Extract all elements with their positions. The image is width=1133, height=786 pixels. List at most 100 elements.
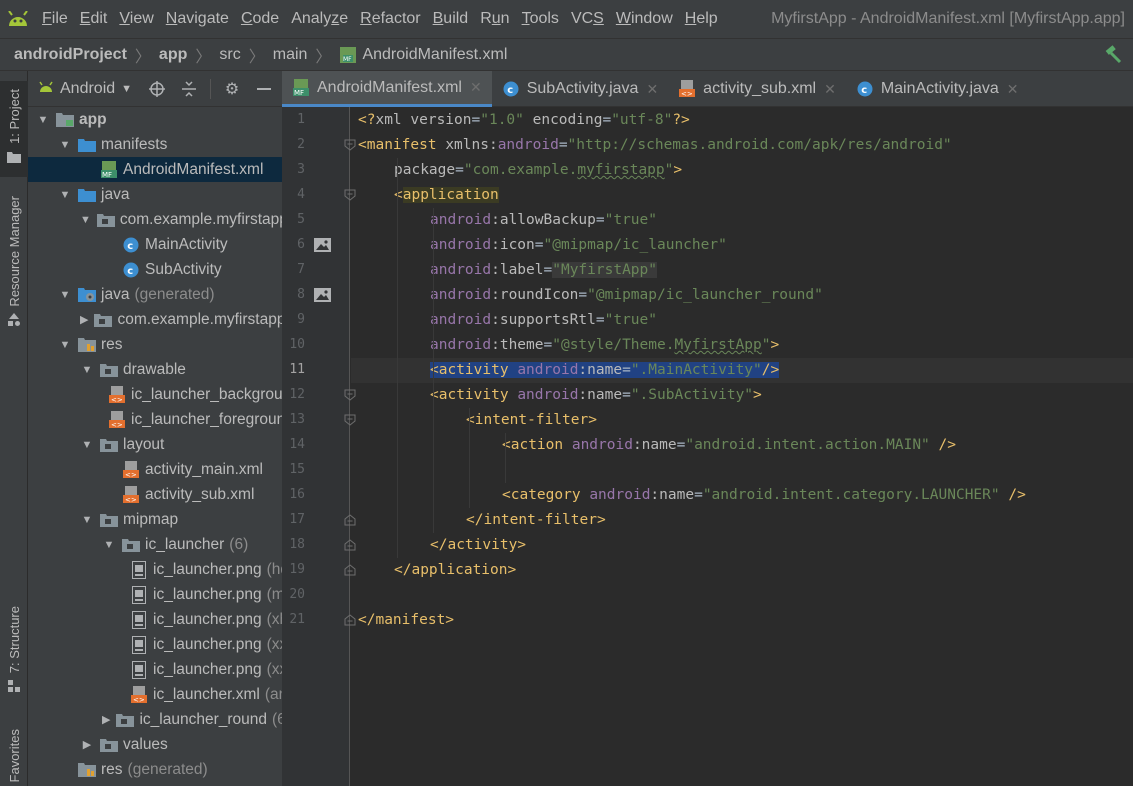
- tree-item[interactable]: <> ic_launcher.xml(anydpi-v26): [28, 682, 282, 707]
- code-line[interactable]: </manifest>: [358, 608, 454, 633]
- locate-file-icon[interactable]: [146, 78, 168, 100]
- fold-close-icon[interactable]: [344, 514, 356, 526]
- build-hammer-icon[interactable]: [1103, 45, 1123, 65]
- collapse-all-icon[interactable]: [178, 78, 200, 100]
- menu-vcs[interactable]: VCS: [565, 0, 610, 38]
- resource-manager-tool-button[interactable]: Resource Manager: [0, 196, 28, 346]
- fold-close-icon[interactable]: [344, 539, 356, 551]
- gutter-line[interactable]: 9: [282, 308, 350, 333]
- code-line[interactable]: <intent-filter>: [466, 408, 597, 433]
- minimize-icon[interactable]: [253, 78, 275, 100]
- expanded-arrow-icon[interactable]: ▼: [58, 339, 72, 351]
- code-line[interactable]: android:allowBackup="true": [430, 208, 657, 233]
- gutter-line[interactable]: 15: [282, 458, 350, 483]
- fold-open-icon[interactable]: [344, 139, 356, 151]
- project-tool-button[interactable]: 1: Project: [0, 81, 28, 177]
- tree-item[interactable]: ▼ mipmap: [28, 507, 282, 532]
- expanded-arrow-icon[interactable]: ▼: [58, 189, 72, 201]
- menu-view[interactable]: View: [113, 0, 159, 38]
- code-editor[interactable]: 1 2 3 4 5 6 7 8 9 10 11 12 13 14 15 16 17 18 19 20 21 <?xml …: [282, 107, 1133, 786]
- tree-item[interactable]: <> activity_sub.xml: [28, 482, 282, 507]
- menu-edit[interactable]: Edit: [74, 0, 114, 38]
- collapsed-arrow-icon[interactable]: ▶: [80, 738, 94, 751]
- menu-file[interactable]: File: [36, 0, 74, 38]
- image-preview-icon[interactable]: [314, 238, 331, 252]
- breadcrumb-src[interactable]: src: [219, 46, 240, 64]
- expanded-arrow-icon[interactable]: ▼: [80, 514, 94, 526]
- code-line[interactable]: </application>: [394, 558, 516, 583]
- code-line[interactable]: android:theme="@style/Theme.MyfirstApp">: [430, 333, 779, 358]
- code-line[interactable]: </intent-filter>: [466, 508, 606, 533]
- code-line[interactable]: <?xml version="1.0" encoding="utf-8"?>: [358, 108, 690, 133]
- gutter-line[interactable]: 1: [282, 108, 350, 133]
- image-preview-icon[interactable]: [314, 288, 331, 302]
- breadcrumb-file[interactable]: MF AndroidManifest.xml: [339, 46, 507, 64]
- gutter-line[interactable]: 13: [282, 408, 356, 433]
- tree-item[interactable]: ic_launcher.png(xxhdpi): [28, 632, 282, 657]
- gutter-line[interactable]: 14: [282, 433, 350, 458]
- expanded-arrow-icon[interactable]: ▼: [58, 289, 72, 301]
- menu-build[interactable]: Build: [427, 0, 475, 38]
- gutter-line[interactable]: 11: [282, 358, 350, 383]
- gutter-line[interactable]: 10: [282, 333, 350, 358]
- expanded-arrow-icon[interactable]: ▼: [102, 539, 116, 551]
- tree-item[interactable]: ▼ res: [28, 332, 282, 357]
- close-icon[interactable]: ✕: [646, 81, 658, 98]
- menu-analyze[interactable]: Analyze: [285, 0, 354, 38]
- tree-item[interactable]: MF AndroidManifest.xml: [28, 157, 282, 182]
- gutter-line[interactable]: 18: [282, 533, 356, 558]
- tree-item[interactable]: c MainActivity: [28, 232, 282, 257]
- gutter-line[interactable]: 2: [282, 133, 356, 158]
- editor-gutter[interactable]: 1 2 3 4 5 6 7 8 9 10 11 12 13 14 15 16 17 18 19 20 21: [282, 107, 356, 786]
- editor-tab[interactable]: MF AndroidManifest.xml ✕: [282, 71, 492, 107]
- gear-icon[interactable]: ⚙: [221, 78, 243, 100]
- breadcrumb-main[interactable]: main: [273, 46, 308, 64]
- menu-navigate[interactable]: Navigate: [160, 0, 235, 38]
- gutter-line[interactable]: 17: [282, 508, 356, 533]
- gutter-line[interactable]: 5: [282, 208, 350, 233]
- gutter-line[interactable]: 4: [282, 183, 356, 208]
- tree-item[interactable]: ▼ layout: [28, 432, 282, 457]
- structure-tool-button[interactable]: 7: Structure: [0, 606, 28, 706]
- fold-close-icon[interactable]: [344, 614, 356, 626]
- code-line[interactable]: <category android:name="android.intent.c…: [502, 483, 1026, 508]
- collapsed-arrow-icon[interactable]: ▶: [80, 313, 88, 326]
- code-line[interactable]: android:icon="@mipmap/ic_launcher": [430, 233, 727, 258]
- code-line[interactable]: android:supportsRtl="true": [430, 308, 657, 333]
- code-line[interactable]: </activity>: [430, 533, 526, 558]
- gutter-line[interactable]: 12: [282, 383, 356, 408]
- tree-item[interactable]: <> ic_launcher_background.xml: [28, 382, 282, 407]
- fold-open-icon[interactable]: [344, 414, 356, 426]
- expanded-arrow-icon[interactable]: ▼: [36, 114, 50, 126]
- menu-refactor[interactable]: Refactor: [354, 0, 426, 38]
- fold-open-icon[interactable]: [344, 189, 356, 201]
- gutter-line[interactable]: 3: [282, 158, 350, 183]
- menu-help[interactable]: Help: [679, 0, 724, 38]
- menu-run[interactable]: Run: [474, 0, 515, 38]
- close-icon[interactable]: ✕: [1007, 81, 1019, 98]
- tree-item[interactable]: <> ic_launcher_foreground.xml: [28, 407, 282, 432]
- code-line[interactable]: <activity android:name=".SubActivity">: [430, 383, 762, 408]
- gutter-line[interactable]: 8: [282, 283, 350, 308]
- collapsed-arrow-icon[interactable]: ▶: [102, 713, 110, 726]
- expanded-arrow-icon[interactable]: ▼: [80, 214, 91, 226]
- tree-item[interactable]: ▶ ic_launcher_round (6): [28, 707, 282, 732]
- code-line[interactable]: android:label="MyfirstApp": [430, 258, 657, 283]
- tree-item[interactable]: c SubActivity: [28, 257, 282, 282]
- close-icon[interactable]: ✕: [470, 79, 482, 96]
- tree-item[interactable]: ▼ app: [28, 107, 282, 132]
- tree-item[interactable]: ▼ java: [28, 182, 282, 207]
- code-line[interactable]: android:roundIcon="@mipmap/ic_launcher_r…: [430, 283, 823, 308]
- fold-open-icon[interactable]: [344, 389, 356, 401]
- gutter-line[interactable]: 21: [282, 608, 356, 633]
- tree-item[interactable]: ▼ com.example.myfirstapp: [28, 207, 282, 232]
- tree-item[interactable]: ic_launcher.png(hdpi): [28, 557, 282, 582]
- tree-item[interactable]: ▼ ic_launcher (6): [28, 532, 282, 557]
- close-icon[interactable]: ✕: [824, 81, 836, 98]
- tree-item[interactable]: ▶ com.example.myfirstapp: [28, 307, 282, 332]
- expanded-arrow-icon[interactable]: ▼: [80, 364, 94, 376]
- gutter-line[interactable]: 16: [282, 483, 350, 508]
- tree-item[interactable]: ▶ values: [28, 732, 282, 757]
- tree-item[interactable]: ic_launcher.png(xhdpi): [28, 607, 282, 632]
- code-line[interactable]: package="com.example.myfirstapp">: [394, 158, 682, 183]
